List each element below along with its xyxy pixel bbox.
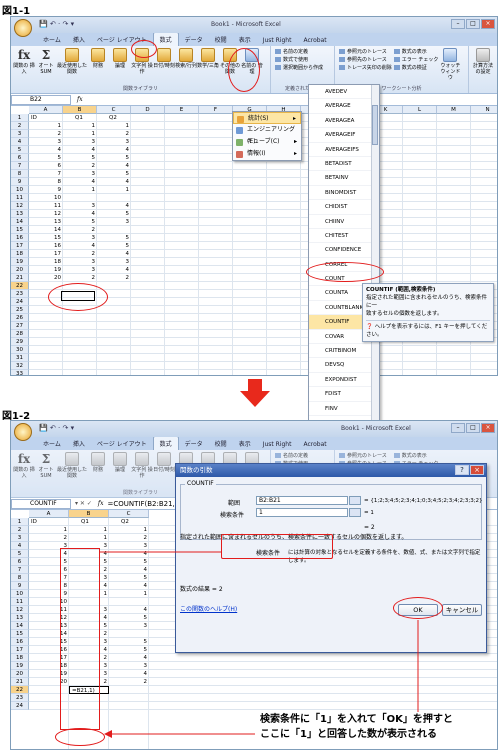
connector-lines — [100, 551, 419, 738]
office-button[interactable] — [14, 423, 32, 441]
office-button[interactable] — [14, 19, 32, 37]
caption-line-2: ここに「1」と回答した数が表示される — [260, 729, 437, 740]
caption-line-1: 検索条件に「1」を入れて「OK」を押すと — [260, 714, 453, 725]
